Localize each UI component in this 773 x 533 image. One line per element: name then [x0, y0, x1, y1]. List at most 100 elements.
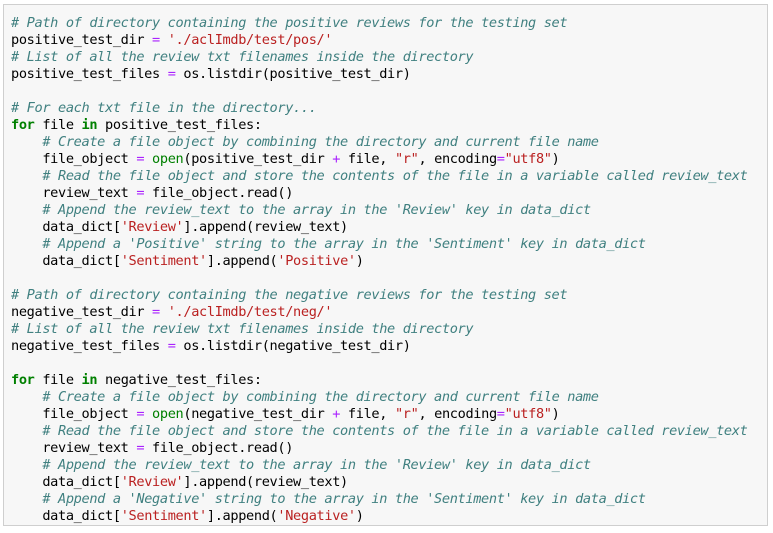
code-text: ].append(	[206, 508, 278, 524]
code-text: os.listdir(negative_test_dir)	[175, 338, 411, 354]
code-operator: =	[152, 304, 160, 320]
code-line: for file in negative_test_files:	[11, 372, 747, 389]
code-text: file	[34, 372, 82, 388]
code-text: file,	[340, 151, 395, 167]
code-operator: =	[496, 406, 505, 422]
code-operator: +	[332, 406, 341, 422]
code-text: )	[355, 508, 364, 524]
code-line: # Create a file object by combining the …	[11, 134, 747, 151]
code-line: review_text = file_object.read()	[11, 440, 747, 457]
code-string: './aclImdb/test/neg/'	[167, 304, 333, 320]
code-line: data_dict['Sentiment'].append('Negative'…	[11, 508, 747, 525]
code-comment: # Path of directory containing the negat…	[11, 287, 568, 303]
code-line: data_dict['Review'].append(review_text)	[11, 474, 747, 491]
code-text: data_dict[	[11, 474, 121, 490]
code-string: 'Sentiment'	[120, 253, 208, 269]
code-text: negative_test_files	[11, 338, 168, 354]
code-string: 'Review'	[120, 219, 184, 235]
code-comment: # Read the file object and store the con…	[42, 168, 748, 184]
code-comment: # List of all the review txt filenames i…	[11, 49, 474, 65]
code-operator: =	[152, 32, 160, 48]
code-text: review_text	[11, 185, 137, 201]
code-cell[interactable]: # Path of directory containing the posit…	[3, 4, 768, 526]
code-keyword: in	[81, 372, 98, 388]
code-comment: # Read the file object and store the con…	[42, 423, 748, 439]
code-line: # Append a 'Negative' string to the arra…	[11, 491, 747, 508]
code-text: data_dict[	[11, 508, 121, 524]
code-keyword: for	[11, 117, 35, 133]
code-line: # List of all the review txt filenames i…	[11, 49, 747, 66]
code-line: file_object = open(positive_test_dir + f…	[11, 151, 747, 168]
code-string: "r"	[394, 406, 419, 422]
code-string: 'Sentiment'	[120, 508, 208, 524]
code-line: review_text = file_object.read()	[11, 185, 747, 202]
code-builtin: open	[152, 151, 184, 167]
code-comment: # Append a 'Negative' string to the arra…	[42, 491, 646, 507]
code-string: 'Review'	[120, 474, 184, 490]
code-operator: =	[167, 66, 176, 82]
code-string: "utf8"	[504, 406, 552, 422]
code-line: file_object = open(negative_test_dir + f…	[11, 406, 747, 423]
code-text: )	[355, 253, 364, 269]
code-text: review_text	[11, 440, 137, 456]
code-comment: # Create a file object by combining the …	[42, 389, 599, 405]
code-line: positive_test_dir = './aclImdb/test/pos/…	[11, 32, 747, 49]
code-line: negative_test_files = os.listdir(negativ…	[11, 338, 747, 355]
code-line: # Create a file object by combining the …	[11, 389, 747, 406]
code-text: file	[34, 117, 82, 133]
code-text: os.listdir(positive_test_dir)	[175, 66, 411, 82]
code-text: file,	[340, 406, 395, 422]
code-text: file_object	[11, 406, 137, 422]
code-string: 'Positive'	[277, 253, 356, 269]
code-string: './aclImdb/test/pos/'	[167, 32, 333, 48]
code-text: )	[551, 151, 560, 167]
code-line: # Append a 'Positive' string to the arra…	[11, 236, 747, 253]
code-operator: =	[496, 151, 505, 167]
code-text: , encoding	[418, 151, 497, 167]
code-text: file_object	[11, 151, 137, 167]
code-text: file_object.read()	[144, 440, 294, 456]
code-line: for file in positive_test_files:	[11, 117, 747, 134]
code-comment: # For each txt file in the directory...	[11, 100, 317, 116]
code-text: positive_test_files:	[97, 117, 262, 133]
code-operator: =	[167, 338, 176, 354]
code-text: positive_test_files	[11, 66, 168, 82]
code-text: data_dict[	[11, 219, 121, 235]
code-text: negative_test_dir	[11, 304, 153, 320]
code-text: ].append(	[206, 253, 278, 269]
code-text: file_object.read()	[144, 185, 294, 201]
code-line: # For each txt file in the directory...	[11, 100, 747, 117]
code-text: (negative_test_dir	[183, 406, 333, 422]
code-text: ].append(review_text)	[183, 219, 348, 235]
code-string: 'Negative'	[277, 508, 356, 524]
code-string: "utf8"	[504, 151, 552, 167]
code-operator: +	[332, 151, 341, 167]
code-comment: # Append a 'Positive' string to the arra…	[42, 236, 646, 252]
code-text: (positive_test_dir	[183, 151, 333, 167]
code-line: # Read the file object and store the con…	[11, 423, 747, 440]
code-text: , encoding	[418, 406, 497, 422]
code-text: )	[551, 406, 560, 422]
code-editor[interactable]: # Path of directory containing the posit…	[11, 15, 748, 525]
code-comment: # Create a file object by combining the …	[42, 134, 599, 150]
code-line: # Append the review_text to the array in…	[11, 457, 747, 474]
code-line: # Path of directory containing the posit…	[11, 15, 747, 32]
code-comment: # List of all the review txt filenames i…	[11, 321, 474, 337]
code-line: # List of all the review txt filenames i…	[11, 321, 747, 338]
code-text: ].append(review_text)	[183, 474, 348, 490]
